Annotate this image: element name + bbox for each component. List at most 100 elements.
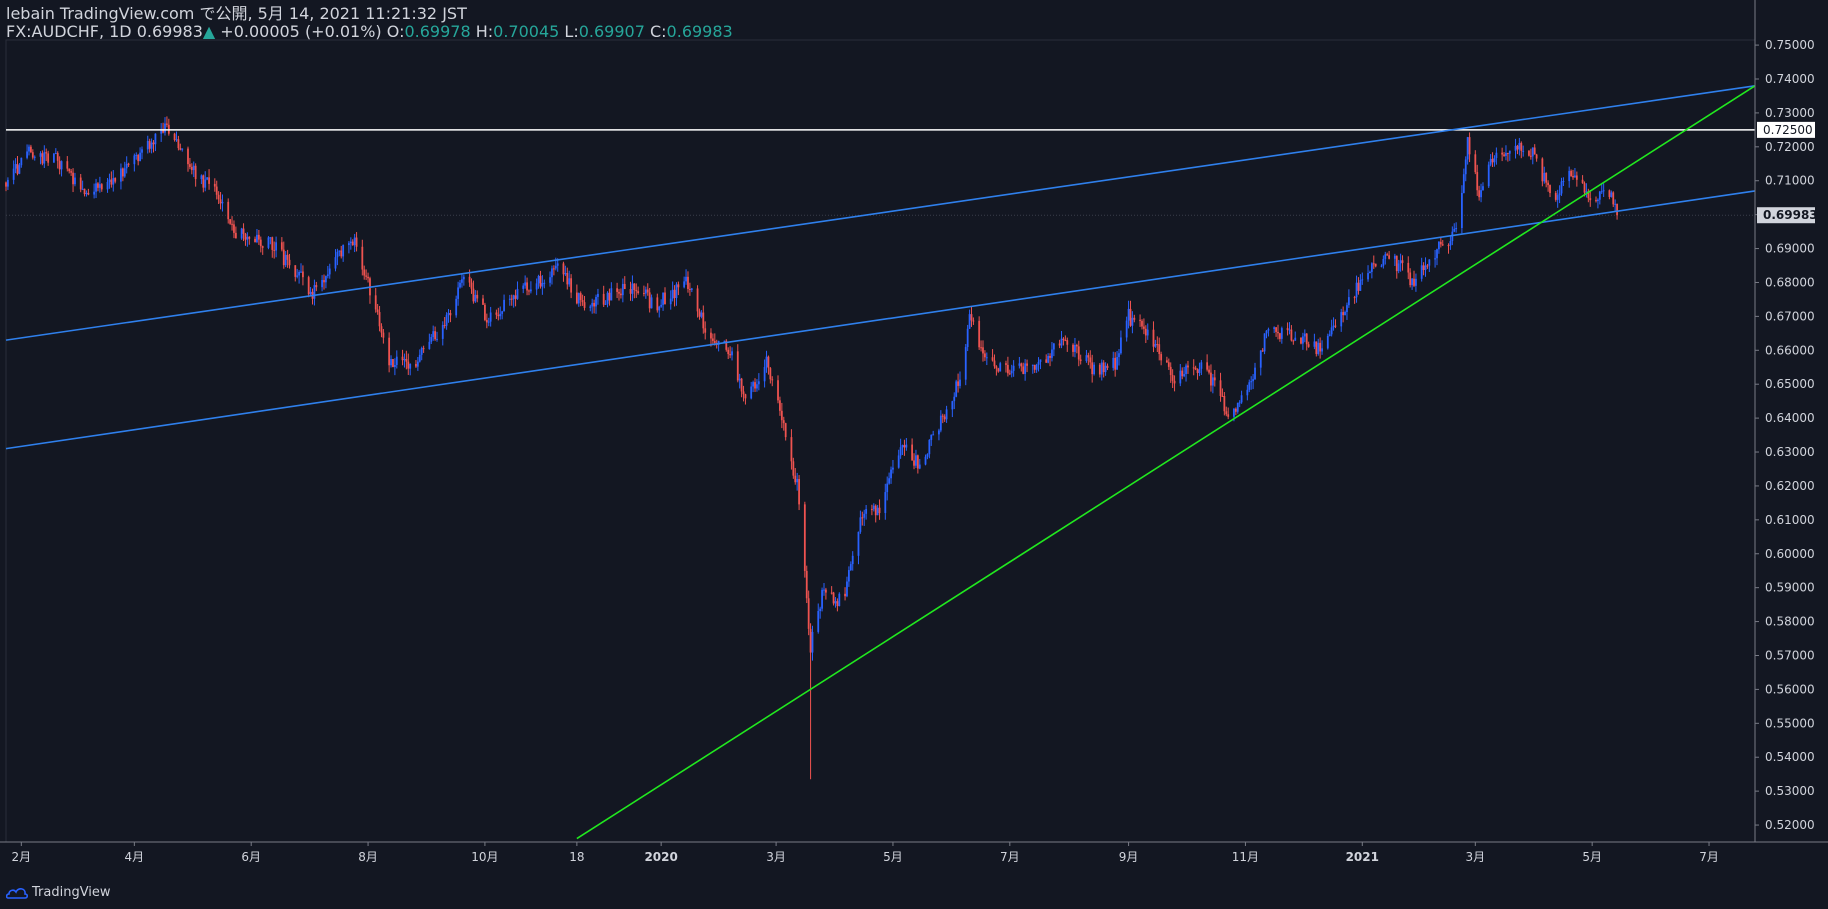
candle-body [1347,297,1350,306]
candle-body [1005,363,1007,365]
candle-body [524,282,527,286]
candle-body [1340,312,1343,327]
candle-body [1185,365,1187,375]
candle-body [901,445,904,448]
candle-body [1008,373,1011,375]
candle-body [918,464,921,469]
candle-body [219,199,222,204]
candle-body [162,130,164,133]
price-axis[interactable]: 0.52000 0.53000 0.54000 0.55000 0.56000 0.570… [1754,0,1818,842]
candle-body [342,245,345,257]
candle-body [1026,363,1028,366]
candle-body [911,444,914,461]
candle-body [1187,365,1189,368]
candle-body [204,179,207,188]
uptrend-line[interactable] [576,85,1756,840]
candle-body [1476,172,1479,191]
candle-body [125,163,128,169]
candle-body [1064,340,1067,342]
candle-body [1074,345,1076,352]
candle-body [430,337,433,342]
candle-body [1133,317,1136,320]
candle-body [1597,199,1599,201]
candle-body [288,259,291,266]
candle-body [698,311,701,317]
candle-body [60,161,63,170]
candle-body [1236,402,1239,412]
candle-body [832,592,835,604]
candle-body [792,461,795,476]
candle-body [924,456,927,465]
channel-lower[interactable] [5,190,1756,450]
candle-body [1384,254,1387,259]
candle-body [1010,370,1013,374]
candle-body [528,290,530,292]
candle-body [1254,367,1256,380]
candle-body [863,513,866,518]
candle-body [861,517,864,519]
candle-body [26,151,28,158]
tradingview-logo[interactable]: TradingView [6,885,111,900]
candle-body [886,483,889,493]
candle-body [1085,355,1088,361]
candle-body [577,293,580,304]
candle-body [217,194,220,200]
candle-body [579,293,582,301]
symbol-legend[interactable]: FX:AUDCHF, 1D 0.69983▲ +0.00005 (+0.01%)… [6,22,733,41]
candle-body [227,201,230,220]
candle-body [455,298,458,316]
candle-body [1399,260,1402,264]
candle-body [543,282,546,284]
candle-body [150,142,153,149]
candle-body [1307,344,1310,347]
candle-body [1227,414,1230,417]
candle-body [12,168,15,180]
channel-upper[interactable] [5,84,1756,341]
candle-body [899,447,902,456]
candle-body [58,160,61,170]
candle-body [108,179,111,182]
price-change: +0.00005 (+0.01%) [220,22,382,41]
candle-body [1049,355,1051,358]
candle-body [1610,192,1613,197]
candle-body [1326,335,1329,349]
candle-body [472,288,475,302]
candle-body [269,237,272,239]
candle-body [445,314,448,326]
candle-body [1238,402,1241,404]
candle-body [110,179,113,185]
candle-body [710,332,712,339]
candle-body [189,164,191,167]
drawings[interactable] [5,84,1756,840]
candle-body [1106,365,1109,368]
candle-body [1321,348,1323,352]
candle-body [834,601,837,604]
candle-body [677,284,680,288]
time-axis[interactable]: 2月 4月 6月 8月 10月 18 2020 3月 5月 7月 9月 11月 2021 3月 5月 7月 [0,841,1828,864]
candle-body [964,347,967,380]
candle-body [740,378,743,392]
candle-body [326,274,329,277]
candle-body [1192,367,1195,369]
chart[interactable]: 0.52000 0.53000 0.54000 0.55000 0.56000 0.570… [0,0,1828,909]
time-tick-label: 2021 [1346,850,1379,864]
candle-body [633,283,636,291]
candle-body [943,416,946,420]
candle-body [83,188,86,195]
candle-body [1369,271,1371,274]
candle-body [890,469,892,479]
candle-body [363,269,366,276]
candle-body [704,328,707,333]
candle-body [449,312,452,316]
candle-body [459,282,461,288]
candle-body [405,358,408,362]
candle-body [955,381,958,397]
candle-body [870,509,873,511]
candle-body [1386,254,1389,256]
price-tick-label: 0.58000 [1765,615,1815,629]
price-tick-label: 0.59000 [1765,581,1815,595]
candle-body [441,325,444,339]
low-value: 0.69907 [578,22,645,41]
candle-body [428,341,431,350]
candle-body [635,290,638,292]
